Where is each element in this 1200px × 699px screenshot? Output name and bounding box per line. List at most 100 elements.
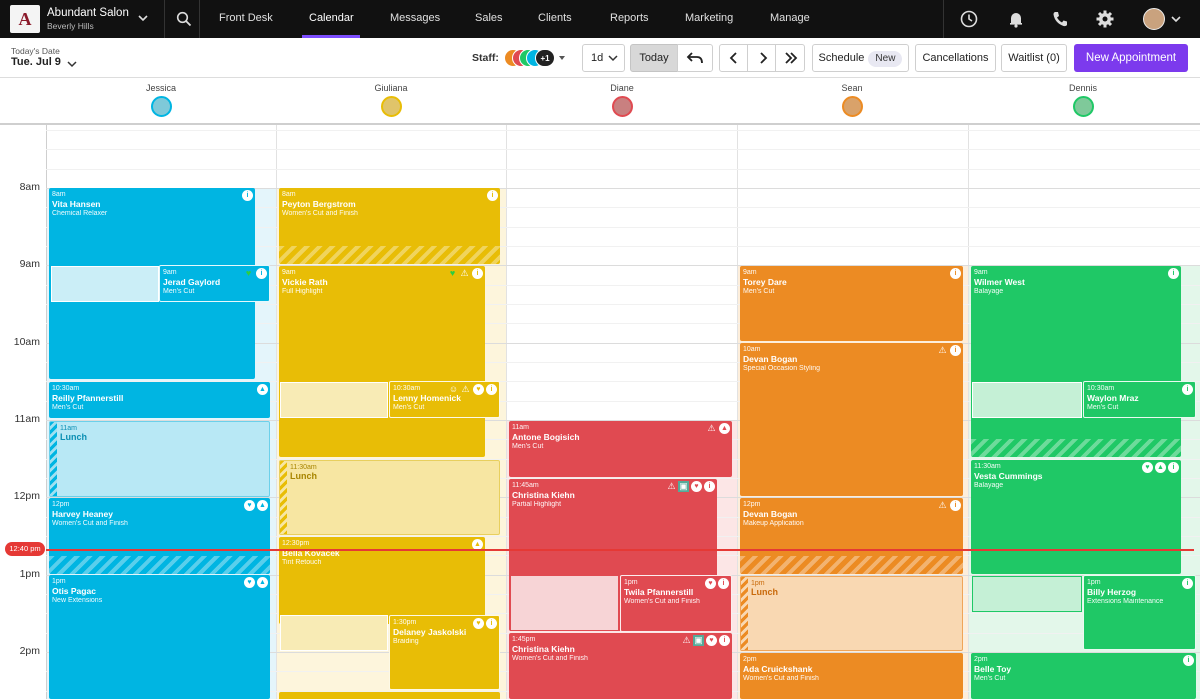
appointment-overlap-shade	[972, 382, 1082, 418]
nav-calendar[interactable]: Calendar	[309, 0, 354, 38]
nav-reports[interactable]: Reports	[610, 0, 649, 38]
caret-down-icon[interactable]	[558, 54, 566, 62]
staff-avatar-diane[interactable]	[612, 96, 633, 117]
info-icon[interactable]: i	[1168, 462, 1179, 473]
nav-sales[interactable]: Sales	[475, 0, 503, 38]
info-icon[interactable]: i	[256, 268, 267, 279]
appointment-card[interactable]: 10:30am Reilly Pfannerstill Men's Cut ▲	[49, 382, 270, 418]
appointment-card-peek[interactable]	[279, 692, 500, 699]
appointment-service: Special Occasion Styling	[743, 365, 821, 372]
date-picker[interactable]: Tue. Jul 9	[11, 56, 61, 68]
appointment-card[interactable]: 9am Wilmer West Balayage i	[971, 266, 1181, 457]
appointment-card[interactable]: 10:30am Waylon Mraz Men's Cut i	[1083, 381, 1196, 418]
info-icon[interactable]: i	[719, 635, 730, 646]
chevron-down-icon	[608, 55, 618, 62]
staff-more-badge[interactable]: +1	[535, 49, 555, 67]
info-icon[interactable]: i	[1183, 655, 1194, 666]
chevron-down-icon[interactable]	[67, 59, 77, 69]
thumbs-up-icon: ▲	[1155, 462, 1166, 473]
info-icon[interactable]: i	[487, 190, 498, 201]
info-icon[interactable]: i	[472, 268, 483, 279]
info-icon[interactable]: i	[704, 481, 715, 492]
appointment-overlap-shade	[280, 382, 388, 418]
appointment-card[interactable]: 10:30am Lenny Homenick Men's Cut ☺ ⚠ ♥ i	[389, 381, 500, 418]
lunch-label: Lunch	[290, 471, 317, 481]
today-button[interactable]: Today	[630, 44, 678, 72]
info-icon[interactable]: i	[242, 190, 253, 201]
jump-forward-button[interactable]	[775, 44, 805, 72]
salon-logo: A	[10, 5, 40, 33]
undo-button[interactable]	[677, 44, 713, 72]
appointment-service: Men's Cut	[163, 288, 195, 295]
appointment-card[interactable]: 1:30pm Delaney Jaskolski Braiding ♥ i	[389, 615, 500, 690]
appointment-card[interactable]: 9am Jerad Gaylord Men's Cut ♥ i	[159, 265, 270, 302]
appointment-time: 10am	[743, 346, 761, 353]
nav-marketing[interactable]: Marketing	[685, 0, 733, 38]
info-icon[interactable]: i	[1182, 384, 1193, 395]
staff-avatar-sean[interactable]	[842, 96, 863, 117]
cancellations-button[interactable]: Cancellations	[915, 44, 996, 72]
warning-icon: ⚠	[461, 384, 470, 394]
appointment-card[interactable]: 8am Peyton Bergstrom Women's Cut and Fin…	[279, 188, 500, 264]
nav-front-desk[interactable]: Front Desk	[219, 0, 273, 38]
appointment-card[interactable]: 1:45pm Christina Kiehn Women's Cut and F…	[509, 633, 732, 699]
lunch-block[interactable]: 11am Lunch	[49, 421, 270, 497]
lunch-label: Lunch	[751, 587, 778, 597]
appointment-card[interactable]: 1pm Twila Pfannerstill Women's Cut and F…	[620, 575, 732, 632]
appointment-client: Vita Hansen	[52, 199, 101, 209]
info-icon[interactable]: i	[718, 578, 729, 589]
appointment-service: Men's Cut	[393, 404, 425, 411]
lunch-block[interactable]: 1pm Lunch	[740, 576, 963, 651]
appointment-card[interactable]: 10am Devan Bogan Special Occasion Stylin…	[740, 343, 963, 496]
appointment-service: Extensions Maintenance	[1087, 598, 1164, 605]
next-day-button[interactable]	[747, 44, 776, 72]
staff-avatar-jessica[interactable]	[151, 96, 172, 117]
top-nav-bar: A Abundant Salon Beverly Hills Front Des…	[0, 0, 1200, 38]
new-appointment-button[interactable]: New Appointment	[1074, 44, 1188, 72]
gear-icon[interactable]	[1094, 8, 1116, 30]
grid-line	[46, 149, 1200, 150]
info-icon[interactable]: i	[950, 500, 961, 511]
appointment-card[interactable]: 1pm Otis Pagac New Extensions ♥ ▲	[49, 575, 270, 699]
heart-icon: ♥	[473, 384, 484, 395]
appointment-card[interactable]: 12pm Harvey Heaney Women's Cut and Finis…	[49, 498, 270, 574]
lunch-time: 1pm	[751, 580, 765, 587]
calendar-grid: 8am 9am 10am 11am 12pm 1pm 2pm 8am Vita …	[0, 125, 1200, 699]
info-icon[interactable]: i	[486, 384, 497, 395]
view-select[interactable]: 1d	[582, 44, 625, 72]
salon-switcher[interactable]: A Abundant Salon Beverly Hills	[0, 0, 165, 38]
schedule-label: Schedule	[818, 52, 865, 64]
clock-icon[interactable]	[958, 8, 980, 30]
appointment-card[interactable]: 12pm Devan Bogan Makeup Application ⚠ i	[740, 498, 963, 574]
staff-avatar-giuliana[interactable]	[381, 96, 402, 117]
appointment-card[interactable]: 11:30am Vesta Cummings Balayage ♥ ▲ i	[971, 460, 1181, 574]
info-icon[interactable]: i	[486, 618, 497, 629]
bell-icon[interactable]	[1005, 8, 1027, 30]
nav-messages[interactable]: Messages	[390, 0, 440, 38]
appointment-card[interactable]: 1pm Billy Herzog Extensions Maintenance …	[1083, 575, 1196, 650]
info-icon[interactable]: i	[1182, 578, 1193, 589]
nav-clients[interactable]: Clients	[538, 0, 572, 38]
info-icon[interactable]: i	[1168, 268, 1179, 279]
lunch-stripe	[741, 577, 748, 650]
appointment-card[interactable]: 9am Vickie Rath Full Highlight ♥ ⚠ i	[279, 266, 485, 457]
lunch-block[interactable]: 11:30am Lunch	[279, 460, 500, 535]
info-icon[interactable]: i	[950, 268, 961, 279]
staff-avatar-dennis[interactable]	[1073, 96, 1094, 117]
hour-label: 8am	[19, 181, 40, 193]
user-avatar[interactable]	[1143, 8, 1165, 30]
appointment-card[interactable]: 11am Antone Bogisich Men's Cut ⚠ ▲	[509, 421, 732, 477]
prev-day-button[interactable]	[719, 44, 748, 72]
appointment-card[interactable]: 2pm Ada Cruickshank Women's Cut and Fini…	[740, 653, 963, 699]
appointment-card[interactable]: 9am Torey Dare Men's Cut i	[740, 266, 963, 341]
search-button[interactable]	[166, 0, 200, 38]
appointment-service: Women's Cut and Finish	[624, 598, 700, 605]
phone-icon[interactable]	[1049, 8, 1071, 30]
schedule-button[interactable]: Schedule New	[812, 44, 909, 72]
waitlist-button[interactable]: Waitlist (0)	[1001, 44, 1067, 72]
appointment-time: 9am	[974, 269, 988, 276]
warning-icon: ⚠	[682, 635, 691, 645]
appointment-card[interactable]: 2pm Belle Toy Men's Cut i	[971, 653, 1196, 699]
info-icon[interactable]: i	[950, 345, 961, 356]
nav-manage[interactable]: Manage	[770, 0, 810, 38]
